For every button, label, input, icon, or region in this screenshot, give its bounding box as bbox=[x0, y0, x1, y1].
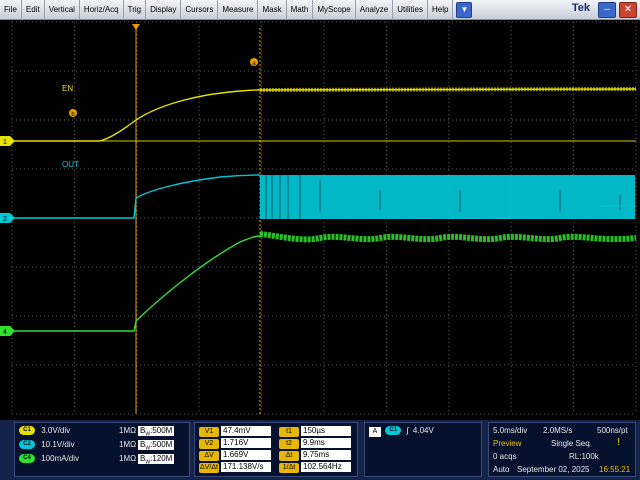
cursor-dvdt-value: 171.138V/s bbox=[221, 462, 271, 472]
ch1-marker-label: 1 bbox=[3, 139, 7, 146]
cursor-inv-dt-tag: 1/Δt bbox=[279, 463, 299, 473]
ch1-badge: C1 bbox=[19, 426, 35, 436]
cursor-v2-value: 1.716V bbox=[221, 438, 271, 448]
trigger-slope-icon: ∫ bbox=[406, 426, 409, 435]
ch2-scale: 10.1V/div bbox=[41, 440, 75, 449]
cursor-dvdt-row: ΔV/Δt 171.138V/s bbox=[199, 461, 271, 473]
acquisition-mode: Single Seq bbox=[551, 439, 590, 448]
cursor-readout-box[interactable]: V1 47.4mV V2 1.716V ΔV 1.669V ΔV/Δt 171.138V… bbox=[194, 422, 358, 477]
brand-logo: Tek bbox=[571, 2, 590, 14]
trigger-mode: A bbox=[369, 427, 381, 437]
cursor-v2-tag: V2 bbox=[199, 439, 219, 449]
ch2-badge: C2 bbox=[19, 440, 35, 450]
acquisition-count: 0 acqs bbox=[493, 452, 517, 461]
acquisition-state: Preview bbox=[493, 439, 522, 448]
ch4-bandwidth: BW:120M bbox=[138, 454, 175, 466]
menu-edit[interactable]: Edit bbox=[22, 0, 45, 20]
ch2-bandwidth: BW:500M bbox=[138, 440, 175, 452]
ch2-impedance: 1MΩ bbox=[119, 440, 137, 449]
horizontal-mode: Auto bbox=[493, 465, 510, 474]
close-button[interactable]: ✕ bbox=[619, 2, 637, 18]
cursor-v2-row: V2 1.716V bbox=[199, 437, 271, 449]
menu-trig[interactable]: Trig bbox=[124, 0, 147, 20]
ch2-marker-label: 2 bbox=[3, 216, 7, 223]
ch2-bw-value: :500M bbox=[150, 440, 173, 449]
cursor-dt-row: Δt 9.75ms bbox=[279, 449, 351, 461]
cursor-dt-tag: Δt bbox=[279, 451, 299, 461]
ch1-impedance: 1MΩ bbox=[119, 426, 137, 435]
trigger-settings-box[interactable]: A C1 ∫ 4.04V bbox=[364, 422, 482, 477]
menu-utilities[interactable]: Utilities bbox=[393, 0, 428, 20]
cursor-t2-value: 9.9ms bbox=[301, 438, 351, 448]
trigger-row: A C1 ∫ 4.04V bbox=[369, 425, 434, 437]
menu-help[interactable]: Help bbox=[428, 0, 454, 20]
ch4-bw-value: :120M bbox=[150, 454, 173, 463]
menu-horiz-acq[interactable]: Horiz/Acq bbox=[80, 0, 124, 20]
status-panel: C1 3.0V/div 1MΩ BW:500M C2 10.1V/div 1MΩ… bbox=[0, 420, 640, 480]
cursor-dt-value: 9.75ms bbox=[301, 450, 351, 460]
cursor-inv-dt-value: 102.564Hz bbox=[301, 462, 351, 472]
ch4-scale: 100mA/div bbox=[41, 454, 80, 463]
ch2-switching-band bbox=[260, 175, 635, 219]
menu-bar: File Edit Vertical Horiz/Acq Trig Displa… bbox=[0, 0, 640, 20]
cursor-t1-row: t1 150µs bbox=[279, 425, 351, 437]
trigger-level: 4.04V bbox=[412, 426, 434, 435]
acquisition-status-icon: ! bbox=[617, 437, 620, 448]
ch1-bandwidth: BW:500M bbox=[138, 426, 175, 438]
cursor-t2-tag: t2 bbox=[279, 439, 299, 449]
menu-dropdown-button[interactable]: ▼ bbox=[456, 1, 473, 18]
minimize-button[interactable]: – bbox=[598, 2, 616, 18]
trigger-position-marker[interactable] bbox=[132, 24, 140, 30]
menu-mask[interactable]: Mask bbox=[258, 0, 287, 20]
cursor-dvdt-tag: ΔV/Δt bbox=[199, 463, 219, 473]
cursor-inv-dt-row: 1/Δt 102.564Hz bbox=[279, 461, 351, 473]
menu-display[interactable]: Display bbox=[146, 0, 182, 20]
menu-cursors[interactable]: Cursors bbox=[181, 0, 219, 20]
menu-file[interactable]: File bbox=[0, 0, 22, 20]
acquisition-box[interactable]: 5.0ms/div 2.0MS/s 500ns/pt Preview Singl… bbox=[488, 422, 636, 477]
cursor-t1-value: 150µs bbox=[301, 426, 351, 436]
cursor-dv-tag: ΔV bbox=[199, 451, 219, 461]
ch1-settings-row[interactable]: C1 3.0V/div 1MΩ BW:500M bbox=[19, 425, 175, 438]
cursor-dv-row: ΔV 1.669V bbox=[199, 449, 271, 461]
ch4-badge: C4 bbox=[19, 454, 35, 464]
menu-analyze[interactable]: Analyze bbox=[356, 0, 394, 20]
cursor-t1-tag: t1 bbox=[279, 427, 299, 437]
menu-myscope[interactable]: MyScope bbox=[313, 0, 356, 20]
channel-settings-box: C1 3.0V/div 1MΩ BW:500M C2 10.1V/div 1MΩ… bbox=[14, 422, 190, 477]
cursor-v1-tag: V1 bbox=[199, 427, 219, 437]
ch4-marker-label: 4 bbox=[3, 329, 7, 336]
timebase: 5.0ms/div bbox=[493, 426, 528, 435]
record-length: RL:100k bbox=[569, 452, 599, 461]
menu-math[interactable]: Math bbox=[287, 0, 314, 20]
menu-measure[interactable]: Measure bbox=[218, 0, 259, 20]
sample-rate: 2.0MS/s bbox=[543, 426, 573, 435]
trigger-source-badge: C1 bbox=[385, 426, 402, 436]
ch4-impedance: 1MΩ bbox=[119, 454, 137, 463]
ch4-settings-row[interactable]: C4 100mA/div 1MΩ BW:120M bbox=[19, 453, 175, 466]
cursor-t2-row: t2 9.9ms bbox=[279, 437, 351, 449]
ch1-scale: 3.0V/div bbox=[41, 426, 71, 435]
acquisition-date: September 02, 2025 bbox=[517, 465, 590, 474]
ch2-settings-row[interactable]: C2 10.1V/div 1MΩ BW:500M bbox=[19, 439, 175, 452]
ch2-trace-label: OUT bbox=[62, 160, 79, 169]
ch1-trace-label: EN bbox=[62, 84, 73, 93]
menu-vertical[interactable]: Vertical bbox=[45, 0, 80, 20]
waveform-display[interactable]: EN OUT a b 1 2 4 bbox=[0, 20, 640, 420]
ch4-ripple-band bbox=[259, 231, 637, 243]
ch1-bw-value: :500M bbox=[150, 426, 173, 435]
cursor-dv-value: 1.669V bbox=[221, 450, 271, 460]
cursor-v1-row: V1 47.4mV bbox=[199, 425, 271, 437]
acquisition-time: 16:55:21 bbox=[599, 465, 631, 474]
waveform-svg: EN OUT a b 1 2 4 bbox=[0, 21, 637, 415]
resolution: 500ns/pt bbox=[597, 426, 628, 435]
cursor-v1-value: 47.4mV bbox=[221, 426, 271, 436]
